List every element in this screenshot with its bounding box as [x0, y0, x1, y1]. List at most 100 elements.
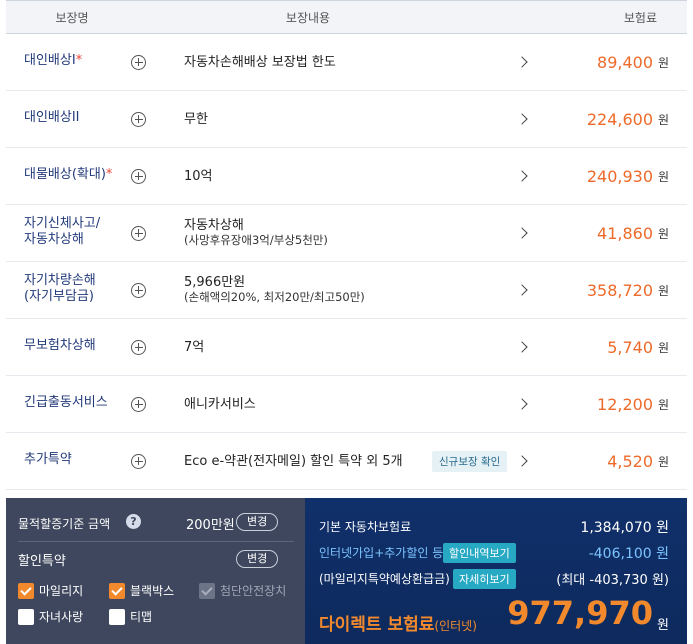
price-unit: 원 [657, 112, 669, 127]
expand-plus-icon[interactable] [131, 54, 146, 70]
chevron-right-icon[interactable] [516, 113, 528, 125]
header-content: 보장내용 [285, 10, 331, 25]
chevron-right-icon[interactable] [516, 455, 528, 467]
coverage-row[interactable]: 긴급출동서비스 애니카서비스 12,200 원 [6, 376, 687, 433]
chevron-right-icon[interactable] [516, 227, 528, 239]
checkbox-tmap[interactable]: 티맵 [109, 608, 152, 625]
expand-plus-icon[interactable] [131, 453, 146, 469]
coverage-content: 자동차손해배상 보장법 한도 [184, 54, 336, 70]
new-coverage-badge[interactable]: 신규보장 확인 [432, 450, 508, 472]
coverage-content: 7억 [184, 339, 205, 355]
price-unit: 원 [657, 283, 669, 298]
header-name: 보장명 [55, 10, 89, 25]
coverage-row[interactable]: 자기신체사고/ 자동차상해 자동차상해 (사망후유장애3억/부상5천만) 41,… [6, 205, 687, 262]
coverage-content: 무한 [184, 111, 208, 127]
coverage-price: 224,600 [586, 109, 653, 129]
checkbox-checked-icon[interactable] [109, 582, 125, 599]
coverage-row[interactable]: 대물배상(확대)* 10억 240,930 원 [6, 148, 687, 205]
coverage-row[interactable]: 대인배상I* 자동차손해배상 보장법 한도 89,400 원 [6, 34, 687, 91]
expand-plus-icon[interactable] [131, 225, 146, 241]
coverage-content: Eco e-약관(전자메일) 할인 특약 외 5개 [184, 453, 403, 469]
expand-plus-icon[interactable] [131, 339, 146, 355]
coverage-name: 긴급출동서비스 [24, 395, 108, 410]
coverage-content: 5,966만원 (손해액의20%, 최저20만/최고50만) [184, 275, 365, 304]
checkbox-label: 티맵 [130, 610, 153, 624]
expand-plus-icon[interactable] [131, 111, 146, 127]
coverage-price: 240,930 [586, 166, 653, 186]
mileage-detail-button[interactable]: 자세히보기 [453, 569, 516, 589]
chevron-right-icon[interactable] [516, 170, 528, 182]
checkbox-child[interactable]: 자녀사랑 [18, 608, 83, 625]
coverage-content: 10억 [184, 168, 213, 184]
coverage-name: 추가특약 [24, 452, 72, 467]
chevron-right-icon[interactable] [516, 284, 528, 296]
checkbox-label: 마일리지 [39, 584, 84, 598]
coverage-name: 자기신체사고/ 자동차상해 [24, 216, 101, 247]
direct-premium-label: 다이렉트 보험료(인터넷) [319, 615, 477, 635]
coverage-content-sub: (손해액의20%, 최저20만/최고50만) [184, 290, 365, 304]
discount-value: -406,100 원 [588, 546, 669, 562]
checkbox-unchecked-icon[interactable] [109, 608, 125, 625]
coverage-name: 대물배상(확대)* [24, 167, 113, 182]
base-premium-label: 기본 자동차보험료 [319, 520, 412, 534]
required-mark: * [75, 53, 83, 68]
coverage-price: 4,520 [607, 451, 653, 471]
coverage-table: 보장명 보장내용 보험료 대인배상I* 자동차손해배상 보장법 한도 89,40… [6, 0, 687, 490]
price-unit: 원 [657, 55, 669, 70]
price-unit: 원 [657, 454, 669, 469]
change-property-button[interactable]: 변경 [236, 513, 279, 531]
coverage-row[interactable]: 무보험차상해 7억 5,740 원 [6, 319, 687, 376]
coverage-row[interactable]: 자기차량손해 (자기부담금) 5,966만원 (손해액의20%, 최저20만/최… [6, 262, 687, 319]
checkbox-mileage[interactable]: 마일리지 [18, 582, 83, 599]
price-unit: 원 [657, 169, 669, 184]
mileage-refund-label: (마일리지특약예상환급금) [319, 572, 450, 586]
discount-title: 할인특약 [18, 554, 66, 569]
coverage-name: 대인배상I* [24, 53, 83, 68]
expand-plus-icon[interactable] [131, 282, 146, 298]
table-header: 보장명 보장내용 보험료 [6, 0, 687, 34]
price-unit: 원 [657, 397, 669, 412]
help-icon[interactable]: ? [126, 514, 141, 529]
coverage-content: 자동차상해 (사망후유장애3억/부상5천만) [184, 218, 328, 247]
property-surcharge-row: 물적할증기준 금액 ? 200만원 변경 [18, 510, 294, 534]
property-surcharge-amount: 200만원 [186, 518, 235, 533]
checkbox-advanced-safety: 첨단안전장치 [199, 582, 286, 599]
mileage-refund-value: (최대 -403,730 원) [556, 573, 669, 588]
change-discount-button[interactable]: 변경 [236, 550, 279, 568]
coverage-row[interactable]: 대인배상II 무한 224,600 원 [6, 91, 687, 148]
expand-plus-icon[interactable] [131, 168, 146, 184]
coverage-price: 12,200 [597, 394, 653, 414]
coverage-name: 무보험차상해 [24, 338, 96, 353]
checkbox-disabled-icon [199, 582, 215, 599]
checkbox-label: 블랙박스 [130, 584, 175, 598]
chevron-right-icon[interactable] [516, 341, 528, 353]
base-premium-value: 1,384,070 원 [580, 520, 669, 536]
discount-detail-button[interactable]: 할인내역보기 [443, 543, 516, 563]
checkbox-unchecked-icon[interactable] [18, 608, 34, 625]
price-unit: 원 [657, 340, 669, 355]
checkbox-label: 자녀사랑 [39, 610, 84, 624]
coverage-content-sub: (사망후유장애3억/부상5천만) [184, 233, 328, 247]
coverage-price: 5,740 [607, 337, 653, 357]
coverage-price: 41,860 [597, 223, 653, 243]
checkbox-label: 첨단안전장치 [220, 584, 287, 598]
coverage-price: 358,720 [586, 280, 653, 300]
checkbox-blackbox[interactable]: 블랙박스 [109, 582, 174, 599]
chevron-right-icon[interactable] [516, 56, 528, 68]
price-unit: 원 [657, 226, 669, 241]
coverage-name: 자기차량손해 (자기부담금) [24, 273, 96, 304]
premium-summary-panel: 기본 자동차보험료 1,384,070 원 인터넷가입+추가할인 등 할인내역보… [305, 498, 687, 644]
header-premium: 보험료 [623, 10, 657, 25]
direct-premium-suffix: (인터넷) [434, 619, 477, 633]
checkbox-checked-icon[interactable] [18, 582, 34, 599]
coverage-price: 89,400 [597, 52, 653, 72]
coverage-name: 대인배상II [24, 110, 80, 125]
property-surcharge-label: 물적할증기준 금액 [18, 517, 111, 531]
discount-label: 인터넷가입+추가할인 등 [319, 546, 444, 560]
expand-plus-icon[interactable] [131, 396, 146, 412]
direct-premium-unit: 원 [657, 618, 669, 633]
coverage-content: 애니카서비스 [184, 396, 256, 412]
coverage-row[interactable]: 추가특약 Eco e-약관(전자메일) 할인 특약 외 5개 신규보장 확인 4… [6, 433, 687, 490]
direct-premium-amount: 977,970 [507, 594, 653, 632]
chevron-right-icon[interactable] [516, 398, 528, 410]
